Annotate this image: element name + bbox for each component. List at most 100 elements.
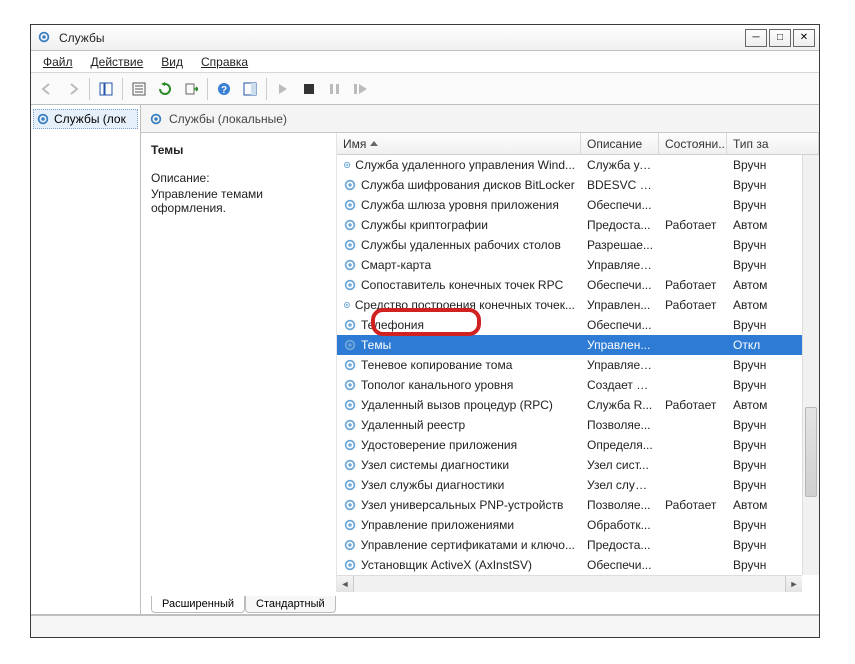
menu-help[interactable]: Справка xyxy=(193,53,256,71)
service-row[interactable]: Узел системы диагностикиУзел сист...Вруч… xyxy=(337,455,819,475)
service-row[interactable]: Служба шлюза уровня приложения Обеспечи..… xyxy=(337,195,819,215)
service-icon xyxy=(343,438,357,452)
service-desc: Предоста... xyxy=(581,218,659,232)
menu-view[interactable]: Вид xyxy=(153,53,191,71)
scroll-right-arrow[interactable]: ► xyxy=(785,576,802,592)
service-desc: Обработк... xyxy=(581,518,659,532)
service-icon xyxy=(343,298,351,312)
services-window: Службы ─ □ ✕ Файл Действие Вид Справка ?… xyxy=(30,24,820,638)
right-body: Темы Описание: Управление темами оформле… xyxy=(141,133,819,592)
vertical-scrollbar[interactable] xyxy=(802,155,819,575)
service-row[interactable]: Служба удаленного управления Wind...Служ… xyxy=(337,155,819,175)
action-pane-button[interactable] xyxy=(238,77,262,101)
scrollbar-thumb[interactable] xyxy=(805,407,817,497)
menubar: Файл Действие Вид Справка xyxy=(31,51,819,73)
export-button[interactable] xyxy=(179,77,203,101)
service-name: Сопоставитель конечных точек RPC xyxy=(361,278,563,292)
tree-root-item[interactable]: Службы (лок xyxy=(33,109,138,129)
statusbar xyxy=(31,615,819,637)
service-desc: Служба R... xyxy=(581,398,659,412)
service-desc: Обеспечи... xyxy=(581,278,659,292)
service-row[interactable]: Управление приложениямиОбработк...Вручн xyxy=(337,515,819,535)
service-icon xyxy=(343,558,357,572)
tab-standard[interactable]: Стандартный xyxy=(245,596,336,613)
service-name: Телефония xyxy=(361,318,424,332)
service-row[interactable]: Узел универсальных PNP-устройствПозволяе… xyxy=(337,495,819,515)
service-icon xyxy=(343,258,357,272)
toolbar: ? xyxy=(31,73,819,105)
service-row[interactable]: Сопоставитель конечных точек RPC Обеспечи… xyxy=(337,275,819,295)
forward-button[interactable] xyxy=(61,77,85,101)
column-headers: Имя Описание Состояни... Тип за xyxy=(337,133,819,155)
service-state: Работает xyxy=(659,398,727,412)
scroll-left-arrow[interactable]: ◄ xyxy=(337,576,354,592)
service-row[interactable]: Средство построения конечных точек...Упр… xyxy=(337,295,819,315)
refresh-button[interactable] xyxy=(153,77,177,101)
column-startup-type[interactable]: Тип за xyxy=(727,133,819,154)
service-row[interactable]: Службы удаленных рабочих столовРазрешае.… xyxy=(337,235,819,255)
service-name: Удаленный вызов процедур (RPC) xyxy=(361,398,553,412)
service-row[interactable]: Тополог канального уровняСоздает ка...Вр… xyxy=(337,375,819,395)
service-row[interactable]: Служба шифрования дисков BitLockerBDESVC… xyxy=(337,175,819,195)
start-service-button[interactable] xyxy=(271,77,295,101)
titlebar[interactable]: Службы ─ □ ✕ xyxy=(31,25,819,51)
description-label: Описание: xyxy=(151,171,326,185)
menu-action[interactable]: Действие xyxy=(83,53,152,71)
app-icon xyxy=(37,30,53,46)
service-desc: Создает ка... xyxy=(581,378,659,392)
service-row[interactable]: Удаленный вызов процедур (RPC) Служба R..… xyxy=(337,395,819,415)
service-desc: Позволяе... xyxy=(581,418,659,432)
service-state: Работает xyxy=(659,298,727,312)
minimize-button[interactable]: ─ xyxy=(745,29,767,47)
column-name[interactable]: Имя xyxy=(337,133,581,154)
service-state: Работает xyxy=(659,498,727,512)
service-row[interactable]: ТелефонияОбеспечи...Вручн xyxy=(337,315,819,335)
service-row[interactable]: Службы криптографииПредоста...РаботаетАв… xyxy=(337,215,819,235)
service-row[interactable]: Теневое копирование томаУправляет...Вруч… xyxy=(337,355,819,375)
stop-service-button[interactable] xyxy=(297,77,321,101)
pause-service-button[interactable] xyxy=(323,77,347,101)
service-icon xyxy=(343,158,351,172)
panel-header: Службы (локальные) xyxy=(141,105,819,133)
separator xyxy=(122,78,123,100)
tab-extended[interactable]: Расширенный xyxy=(151,596,245,613)
service-icon xyxy=(343,458,357,472)
service-row[interactable]: Узел службы диагностикиУзел служ...Вручн xyxy=(337,475,819,495)
service-desc: Обеспечи... xyxy=(581,198,659,212)
service-name: Управление приложениями xyxy=(361,518,514,532)
tree-pane[interactable]: Службы (лок xyxy=(31,105,141,614)
service-name: Службы криптографии xyxy=(361,218,488,232)
horizontal-scrollbar[interactable]: ◄ ► xyxy=(337,575,802,592)
service-state: Работает xyxy=(659,278,727,292)
help-button[interactable]: ? xyxy=(212,77,236,101)
service-row[interactable]: Удостоверение приложенияОпределя...Вручн xyxy=(337,435,819,455)
service-name: Служба шлюза уровня приложения xyxy=(361,198,559,212)
service-name: Теневое копирование тома xyxy=(361,358,512,372)
service-icon xyxy=(343,338,357,352)
service-row[interactable]: Удаленный реестрПозволяе...Вручн xyxy=(337,415,819,435)
maximize-button[interactable]: □ xyxy=(769,29,791,47)
service-row[interactable]: Управление сертификатами и ключо...Предо… xyxy=(337,535,819,555)
service-icon xyxy=(343,178,357,192)
service-name: Узел универсальных PNP-устройств xyxy=(361,498,563,512)
tree-root-label: Службы (лок xyxy=(54,112,126,126)
show-hide-tree-button[interactable] xyxy=(94,77,118,101)
restart-service-button[interactable] xyxy=(349,77,373,101)
service-icon xyxy=(343,418,357,432)
service-rows[interactable]: Служба удаленного управления Wind...Служ… xyxy=(337,155,819,592)
close-button[interactable]: ✕ xyxy=(793,29,815,47)
service-state: Работает xyxy=(659,218,727,232)
service-row[interactable]: Установщик ActiveX (AxInstSV)Обеспечи...… xyxy=(337,555,819,575)
service-icon xyxy=(343,238,357,252)
properties-button[interactable] xyxy=(127,77,151,101)
back-button[interactable] xyxy=(35,77,59,101)
column-description[interactable]: Описание xyxy=(581,133,659,154)
service-row[interactable]: ТемыУправлен...Откл xyxy=(337,335,819,355)
panel-heading: Службы (локальные) xyxy=(169,112,287,126)
menu-file[interactable]: Файл xyxy=(35,53,81,71)
services-icon xyxy=(149,112,163,126)
column-state[interactable]: Состояни... xyxy=(659,133,727,154)
service-name: Средство построения конечных точек... xyxy=(355,298,575,312)
service-row[interactable]: Смарт-картаУправляет...Вручн xyxy=(337,255,819,275)
service-list-pane: Имя Описание Состояни... Тип за Служба у… xyxy=(337,133,819,592)
